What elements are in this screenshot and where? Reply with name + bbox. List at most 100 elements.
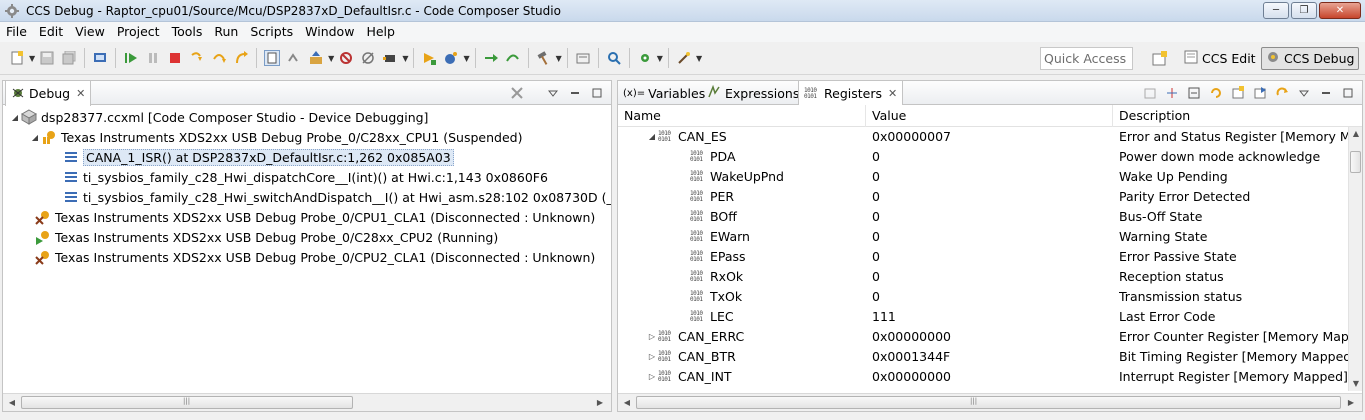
- register-value[interactable]: 0: [872, 227, 1112, 247]
- tree-node-cpu2[interactable]: Texas Instruments XDS2xx USB Debug Probe…: [35, 227, 498, 247]
- register-value[interactable]: 0x00000000: [872, 367, 1112, 387]
- debug-launch-icon[interactable]: [443, 50, 459, 66]
- register-name-cell[interactable]: ▷ 1010 0101 CAN_INT: [646, 367, 866, 387]
- column-header-name[interactable]: Name: [618, 105, 866, 127]
- new-window-icon[interactable]: [1230, 85, 1246, 101]
- run-to-line-icon[interactable]: [421, 50, 437, 66]
- menu-edit[interactable]: Edit: [33, 22, 69, 42]
- source-step-toggle-icon[interactable]: [264, 50, 281, 66]
- resume-icon[interactable]: [123, 50, 139, 66]
- register-value[interactable]: 111: [872, 307, 1112, 327]
- menu-scripts[interactable]: Scripts: [244, 22, 299, 42]
- maximize-view-icon[interactable]: [1340, 85, 1356, 101]
- scroll-thumb[interactable]: [1350, 151, 1361, 173]
- register-row[interactable]: 1010 0101 PDA 0 Power down mode acknowledge: [618, 147, 1348, 167]
- tab-variables[interactable]: (x)= Variables: [618, 81, 710, 105]
- close-window-button[interactable]: ✕: [1319, 2, 1361, 19]
- connect-target-icon[interactable]: [382, 50, 398, 66]
- scroll-thumb[interactable]: [636, 396, 1341, 409]
- register-row[interactable]: ◢ 1010 0101 CAN_ES 0x00000007 Error and Statu…: [618, 127, 1348, 147]
- register-value[interactable]: 0x0001344F: [872, 347, 1112, 367]
- tree-node-ccxml[interactable]: ◢ dsp28377.ccxml [Code Composer Studio -…: [9, 107, 428, 127]
- register-value[interactable]: 0: [872, 287, 1112, 307]
- assembly-step-icon[interactable]: [286, 50, 302, 66]
- connect-dropdown-icon[interactable]: ▼: [402, 54, 408, 63]
- perspective-ccs-edit[interactable]: CCS Edit: [1180, 47, 1260, 70]
- scroll-up-icon[interactable]: ▲: [1349, 127, 1363, 141]
- register-name-cell[interactable]: 1010 0101 BOff: [678, 207, 866, 227]
- restore-button[interactable]: ❐: [1291, 2, 1317, 19]
- new-icon[interactable]: [9, 50, 25, 66]
- step-over-c-icon[interactable]: [505, 50, 521, 66]
- collapsed-icon[interactable]: ▷: [646, 347, 658, 367]
- scroll-right-icon[interactable]: ▶: [1344, 396, 1358, 410]
- register-row[interactable]: 1010 0101 TxOk 0 Transmission status: [618, 287, 1348, 307]
- column-header-value[interactable]: Value: [866, 105, 1113, 127]
- perspective-ccs-debug[interactable]: CCS Debug: [1261, 47, 1360, 70]
- scroll-left-icon[interactable]: ◀: [5, 396, 19, 410]
- search-icon[interactable]: [606, 50, 622, 66]
- tab-registers[interactable]: 1010 0101 Registers ✕: [798, 81, 904, 106]
- scroll-down-icon[interactable]: ▼: [1349, 377, 1363, 391]
- registers-vertical-scrollbar[interactable]: ▲ ▼: [1348, 127, 1362, 391]
- register-name-cell[interactable]: ◢ 1010 0101 CAN_ES: [646, 127, 866, 147]
- tree-node-cpu1[interactable]: ◢ Texas Instruments XDS2xx USB Debug Pro…: [29, 127, 523, 147]
- register-name-cell[interactable]: 1010 0101 PER: [678, 187, 866, 207]
- menu-project[interactable]: Project: [111, 22, 166, 42]
- stack-frame-dispatch-core[interactable]: ti_sysbios_family_c28_Hwi_dispatchCore__…: [51, 167, 548, 187]
- register-name-cell[interactable]: 1010 0101 EPass: [678, 247, 866, 267]
- tree-node-cpu2-cla1[interactable]: Texas Instruments XDS2xx USB Debug Probe…: [35, 247, 595, 267]
- step-return-icon[interactable]: [233, 50, 249, 66]
- wand-icon[interactable]: [676, 50, 692, 66]
- reset-cpu-icon[interactable]: [338, 50, 354, 66]
- register-row[interactable]: 1010 0101 BOff 0 Bus-Off State: [618, 207, 1348, 227]
- add-register-icon[interactable]: [1164, 85, 1180, 101]
- refresh-icon[interactable]: [1208, 85, 1224, 101]
- debug-horizontal-scrollbar[interactable]: ◀ ||| ▶: [3, 393, 611, 411]
- register-row[interactable]: 1010 0101 LEC 111 Last Error Code: [618, 307, 1348, 327]
- register-row[interactable]: ▷ 1010 0101 CAN_ERRC 0x00000000 Error Counter…: [618, 327, 1348, 347]
- suspend-icon[interactable]: [145, 50, 161, 66]
- step-over-icon[interactable]: [211, 50, 227, 66]
- tab-expressions[interactable]: Expressions: [702, 81, 804, 105]
- register-name-cell[interactable]: 1010 0101 WakeUpPnd: [678, 167, 866, 187]
- wand-dropdown-icon[interactable]: ▼: [696, 54, 702, 63]
- register-value[interactable]: 0: [872, 167, 1112, 187]
- register-row[interactable]: 1010 0101 WakeUpPnd 0 Wake Up Pending: [618, 167, 1348, 187]
- minimize-view-icon[interactable]: [567, 85, 583, 101]
- tree-node-cpu1-cla1[interactable]: Texas Instruments XDS2xx USB Debug Probe…: [35, 207, 595, 227]
- scroll-right-icon[interactable]: ▶: [593, 396, 607, 410]
- open-perspective-icon[interactable]: [1152, 51, 1168, 67]
- stack-frame-switch-dispatch[interactable]: ti_sysbios_family_c28_Hwi_switchAndDispa…: [51, 187, 611, 207]
- collapsed-icon[interactable]: ▷: [646, 367, 658, 387]
- terminal-icon[interactable]: [92, 50, 108, 66]
- new-register-group-icon[interactable]: [1142, 85, 1158, 101]
- collapsed-icon[interactable]: ▷: [646, 327, 658, 347]
- close-icon[interactable]: ✕: [76, 87, 85, 100]
- restart-icon[interactable]: [360, 50, 376, 66]
- stack-frame-cana-isr[interactable]: CANA_1_ISR() at DSP2837xD_DefaultIsr.c:1…: [51, 147, 454, 167]
- register-name-cell[interactable]: ▷ 1010 0101 CAN_ERRC: [646, 327, 866, 347]
- menu-help[interactable]: Help: [360, 22, 401, 42]
- register-value[interactable]: 0: [872, 187, 1112, 207]
- maximize-view-icon[interactable]: [589, 85, 605, 101]
- register-row[interactable]: 1010 0101 EWarn 0 Warning State: [618, 227, 1348, 247]
- save-all-icon[interactable]: [61, 50, 77, 66]
- register-value[interactable]: 0: [872, 147, 1112, 167]
- register-row[interactable]: 1010 0101 PER 0 Parity Error Detected: [618, 187, 1348, 207]
- register-value[interactable]: 0x00000007: [872, 127, 1112, 147]
- expanded-icon[interactable]: ◢: [646, 127, 658, 147]
- column-header-description[interactable]: Description: [1113, 105, 1363, 127]
- close-icon[interactable]: ✕: [888, 87, 897, 100]
- remove-all-terminated-icon[interactable]: [509, 85, 525, 101]
- register-name-cell[interactable]: 1010 0101 EWarn: [678, 227, 866, 247]
- minimize-view-icon[interactable]: [1318, 85, 1334, 101]
- step-into-c-icon[interactable]: [483, 50, 499, 66]
- register-name-cell[interactable]: ▷ 1010 0101 CAN_BTR: [646, 347, 866, 367]
- expanded-icon[interactable]: ◢: [29, 133, 41, 142]
- build-hammer-icon[interactable]: [536, 50, 552, 66]
- register-name-cell[interactable]: 1010 0101 PDA: [678, 147, 866, 167]
- build-dropdown-icon[interactable]: ▼: [556, 54, 562, 63]
- collapse-all-icon[interactable]: [1186, 85, 1202, 101]
- memory-browser-icon[interactable]: [575, 50, 591, 66]
